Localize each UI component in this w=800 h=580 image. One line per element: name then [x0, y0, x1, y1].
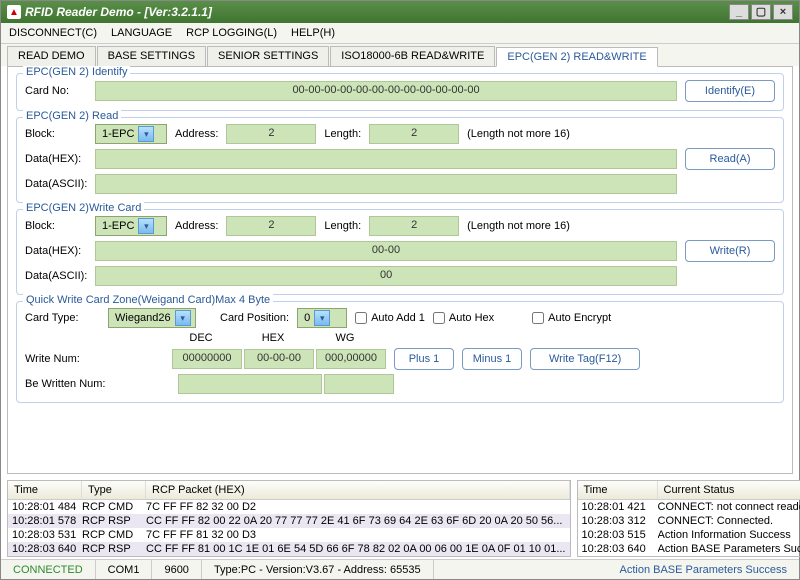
tab-base-settings[interactable]: BASE SETTINGS — [97, 46, 206, 66]
plus1-button[interactable]: Plus 1 — [394, 348, 454, 370]
main-panel: EPC(GEN 2) Identify Card No: 00-00-00-00… — [7, 66, 793, 474]
group-write: EPC(GEN 2)Write Card Block: 1-EPC▾ Addre… — [16, 209, 784, 295]
log-h-status: Current Status — [658, 481, 800, 499]
read-block-label: Block: — [25, 128, 87, 140]
write-dataascii-field[interactable]: 00 — [95, 266, 677, 286]
status-msg: Action BASE Parameters Success — [434, 560, 799, 579]
write-datahex-field[interactable]: 00-00 — [95, 241, 677, 261]
chevron-down-icon: ▾ — [314, 310, 330, 326]
menu-bar: DISCONNECT(C) LANGUAGE RCP LOGGING(L) HE… — [1, 23, 799, 44]
read-dataascii-label: Data(ASCII): — [25, 178, 87, 190]
log-h-type: Type — [82, 481, 146, 499]
status-row[interactable]: 10:28:03 312CONNECT: Connected. — [578, 514, 800, 528]
status-row[interactable]: 10:28:03 640Action BASE Parameters Succe… — [578, 542, 800, 556]
hex-header: HEX — [237, 332, 309, 344]
cardno-label: Card No: — [25, 85, 87, 97]
log-h-time: Time — [8, 481, 82, 499]
write-block-label: Block: — [25, 220, 87, 232]
read-block-select[interactable]: 1-EPC▾ — [95, 124, 167, 144]
write-dataascii-label: Data(ASCII): — [25, 270, 87, 282]
dec-field[interactable]: 00000000 — [172, 349, 242, 369]
read-len-label: Length: — [324, 128, 361, 140]
status-baud: 9600 — [152, 560, 201, 579]
auto-hex-checkbox[interactable]: Auto Hex — [433, 312, 494, 324]
write-block-select[interactable]: 1-EPC▾ — [95, 216, 167, 236]
group-identify-title: EPC(GEN 2) Identify — [23, 66, 130, 78]
menu-language[interactable]: LANGUAGE — [111, 27, 172, 39]
write-len-label: Length: — [324, 220, 361, 232]
app-icon: ▲ — [7, 5, 21, 19]
tab-read-demo[interactable]: READ DEMO — [7, 46, 96, 66]
group-quick-title: Quick Write Card Zone(Weigand Card)Max 4… — [23, 294, 273, 306]
log-row[interactable]: 10:28:03 640RCP RSPCC FF FF 81 00 1C 1E … — [8, 542, 570, 556]
identify-button[interactable]: Identify(E) — [685, 80, 775, 102]
log-status-table: Time Current Status 10:28:01 421CONNECT:… — [577, 480, 800, 557]
minimize-button[interactable]: _ — [729, 4, 749, 20]
write-hint: (Length not more 16) — [467, 220, 570, 232]
bewritten-field1[interactable] — [178, 374, 322, 394]
read-len-field[interactable]: 2 — [369, 124, 459, 144]
write-len-field[interactable]: 2 — [369, 216, 459, 236]
chevron-down-icon: ▾ — [175, 310, 191, 326]
status-row[interactable]: 10:28:03 515Action Information Success — [578, 528, 800, 542]
read-dataascii-field[interactable] — [95, 174, 677, 194]
close-button[interactable]: × — [773, 4, 793, 20]
write-addr-field[interactable]: 2 — [226, 216, 316, 236]
write-button[interactable]: Write(R) — [685, 240, 775, 262]
cardtype-select[interactable]: Wiegand26▾ — [108, 308, 196, 328]
tab-iso18000[interactable]: ISO18000-6B READ&WRITE — [330, 46, 495, 66]
menu-disconnect[interactable]: DISCONNECT(C) — [9, 27, 97, 39]
status-info: Type:PC - Version:V3.67 - Address: 65535 — [202, 560, 434, 579]
status-port: COM1 — [96, 560, 153, 579]
status-row[interactable]: 10:28:01 421CONNECT: not connect reader,… — [578, 500, 800, 514]
auto-encrypt-checkbox[interactable]: Auto Encrypt — [532, 312, 611, 324]
write-addr-label: Address: — [175, 220, 218, 232]
auto-add1-checkbox[interactable]: Auto Add 1 — [355, 312, 425, 324]
tab-senior-settings[interactable]: SENIOR SETTINGS — [207, 46, 329, 66]
chevron-down-icon: ▾ — [138, 126, 154, 142]
status-bar: CONNECTED COM1 9600 Type:PC - Version:V3… — [1, 559, 799, 579]
read-datahex-label: Data(HEX): — [25, 153, 87, 165]
status-connected: CONNECTED — [1, 560, 96, 579]
chevron-down-icon: ▾ — [138, 218, 154, 234]
wg-field[interactable]: 000,00000 — [316, 349, 386, 369]
read-datahex-field[interactable] — [95, 149, 677, 169]
group-write-title: EPC(GEN 2)Write Card — [23, 202, 144, 214]
cardpos-label: Card Position: — [220, 312, 289, 324]
log-row[interactable]: 10:28:01 578RCP RSPCC FF FF 82 00 22 0A … — [8, 514, 570, 528]
cardpos-select[interactable]: 0▾ — [297, 308, 347, 328]
hex-field[interactable]: 00-00-00 — [244, 349, 314, 369]
title-bar: ▲ RFID Reader Demo - [Ver:3.2.1.1] _ ▢ × — [1, 1, 799, 23]
group-read: EPC(GEN 2) Read Block: 1-EPC▾ Address: 2… — [16, 117, 784, 203]
group-read-title: EPC(GEN 2) Read — [23, 110, 121, 122]
cardtype-label: Card Type: — [25, 312, 100, 324]
read-hint: (Length not more 16) — [467, 128, 570, 140]
tabs: READ DEMO BASE SETTINGS SENIOR SETTINGS … — [1, 44, 799, 66]
group-identify: EPC(GEN 2) Identify Card No: 00-00-00-00… — [16, 73, 784, 111]
writenum-label: Write Num: — [25, 353, 100, 365]
cardno-field[interactable]: 00-00-00-00-00-00-00-00-00-00-00-00 — [95, 81, 677, 101]
log-h-packet: RCP Packet (HEX) — [146, 481, 570, 499]
window-title: RFID Reader Demo - [Ver:3.2.1.1] — [25, 5, 727, 19]
read-button[interactable]: Read(A) — [685, 148, 775, 170]
writetag-button[interactable]: Write Tag(F12) — [530, 348, 640, 370]
log-packet-table: Time Type RCP Packet (HEX) 10:28:01 484R… — [7, 480, 571, 557]
bewritten-label: Be Written Num: — [25, 378, 106, 390]
group-quick-write: Quick Write Card Zone(Weigand Card)Max 4… — [16, 301, 784, 403]
write-datahex-label: Data(HEX): — [25, 245, 87, 257]
menu-rcp-logging[interactable]: RCP LOGGING(L) — [186, 27, 277, 39]
log-h-stime: Time — [578, 481, 658, 499]
dec-header: DEC — [165, 332, 237, 344]
tab-epc-gen2[interactable]: EPC(GEN 2) READ&WRITE — [496, 47, 657, 67]
menu-help[interactable]: HELP(H) — [291, 27, 335, 39]
log-row[interactable]: 10:28:01 484RCP CMD7C FF FF 82 32 00 D2 — [8, 500, 570, 514]
minus1-button[interactable]: Minus 1 — [462, 348, 522, 370]
log-row[interactable]: 10:28:03 531RCP CMD7C FF FF 81 32 00 D3 — [8, 528, 570, 542]
read-addr-field[interactable]: 2 — [226, 124, 316, 144]
wg-header: WG — [309, 332, 381, 344]
maximize-button[interactable]: ▢ — [751, 4, 771, 20]
log-area: Time Type RCP Packet (HEX) 10:28:01 484R… — [7, 480, 793, 557]
bewritten-field2[interactable] — [324, 374, 394, 394]
read-addr-label: Address: — [175, 128, 218, 140]
